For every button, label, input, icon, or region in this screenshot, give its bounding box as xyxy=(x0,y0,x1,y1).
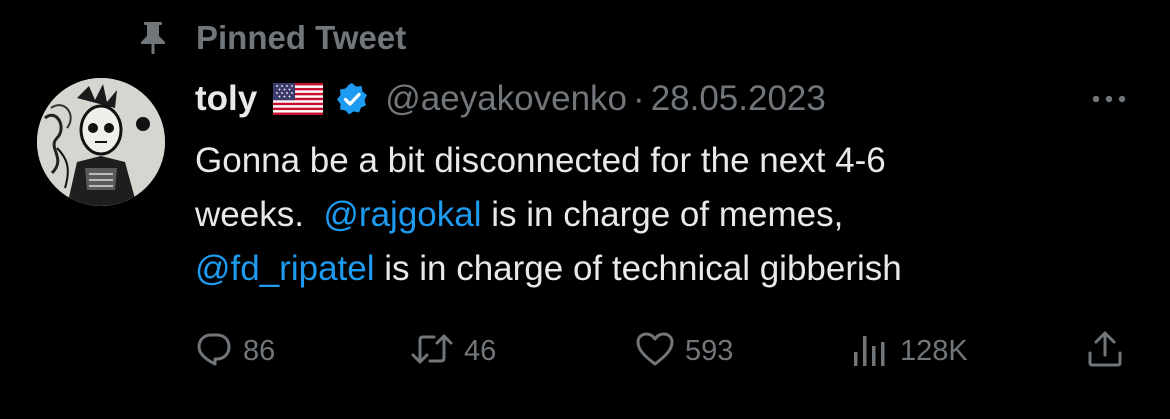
verified-badge-icon[interactable] xyxy=(335,82,369,116)
views-chart-icon xyxy=(850,330,890,373)
tweet-date[interactable]: 28.05.2023 xyxy=(651,79,826,119)
tweet-text-line3-post: is in charge of technical gibberish xyxy=(374,249,902,288)
pinned-indicator: Pinned Tweet xyxy=(138,18,406,58)
retweet-button[interactable]: 46 xyxy=(410,326,496,376)
header-separator: · xyxy=(633,79,645,118)
avatar[interactable] xyxy=(37,78,165,206)
like-count: 593 xyxy=(685,334,734,367)
tweet-text-line1: Gonna be a bit disconnected for the next… xyxy=(195,141,886,180)
retweet-count: 46 xyxy=(464,334,497,367)
like-button[interactable]: 593 xyxy=(635,326,733,376)
user-handle[interactable]: @aeyakovenko xyxy=(385,79,627,119)
display-name[interactable]: toly xyxy=(195,79,257,119)
us-flag-icon xyxy=(273,83,324,115)
pin-icon xyxy=(138,21,168,55)
views-button[interactable]: 128K xyxy=(850,326,968,376)
retweet-icon xyxy=(410,330,454,373)
reply-icon xyxy=(195,330,233,373)
more-options-icon xyxy=(1091,90,1127,108)
tweet-text-line2-post: is in charge of memes, xyxy=(481,195,844,234)
views-count: 128K xyxy=(900,334,968,367)
more-options-button[interactable] xyxy=(1084,84,1134,114)
tweet-header: toly @aeyakovenko · 28.05.2023 xyxy=(195,76,826,122)
heart-icon xyxy=(635,330,675,373)
share-icon xyxy=(1085,329,1125,374)
tweet-text-line2-pre: weeks. xyxy=(195,195,324,234)
tweet-text: Gonna be a bit disconnected for the next… xyxy=(195,134,1145,296)
mention-rajgokal[interactable]: @rajgokal xyxy=(323,195,481,234)
mention-fd-ripatel[interactable]: @fd_ripatel xyxy=(195,249,375,288)
reply-count: 86 xyxy=(243,334,276,367)
reply-button[interactable]: 86 xyxy=(195,326,275,376)
tweet-actions: 86 46 593 128K xyxy=(195,326,1140,376)
pinned-label: Pinned Tweet xyxy=(196,19,407,56)
share-button[interactable] xyxy=(1085,326,1125,376)
